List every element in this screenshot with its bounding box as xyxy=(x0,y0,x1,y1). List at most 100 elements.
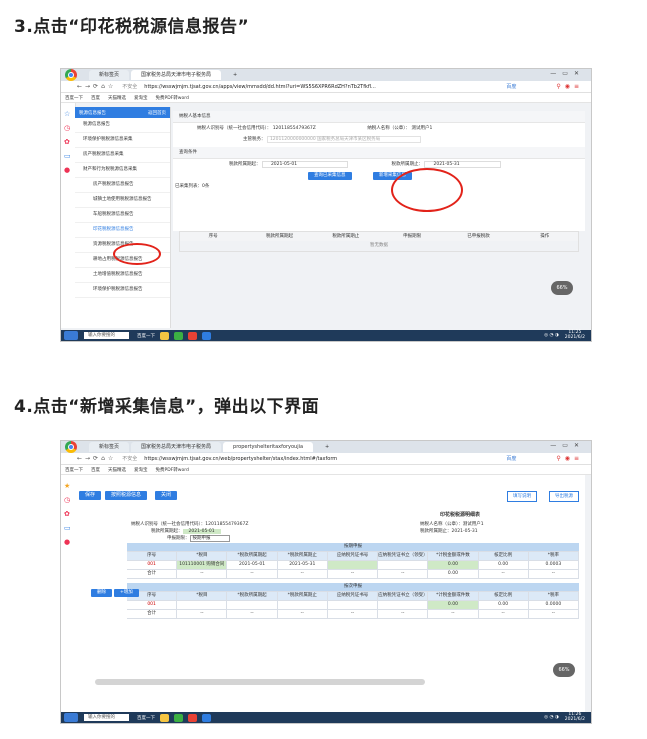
sidebar-item[interactable]: 土地增值税税源信息报告 xyxy=(75,268,170,283)
column-header: 应纳税凭证书立（领受）日期 xyxy=(378,552,429,560)
save-button[interactable]: 保存 xyxy=(79,491,102,500)
search-box[interactable]: 百度 xyxy=(506,455,556,462)
cell-start[interactable]: 2021-05-01 xyxy=(227,561,278,569)
tab-new[interactable]: 新标签页 xyxy=(89,442,130,452)
cell-voucher-no[interactable] xyxy=(328,601,379,609)
tab-add[interactable]: + xyxy=(315,442,339,452)
tab-tax-bureau[interactable]: 国家税务总局天津市电子税务局 xyxy=(131,70,222,80)
sidebar-item[interactable]: 城镇土地使用税税源信息报告 xyxy=(75,193,170,208)
star-icon[interactable]: ☆ xyxy=(64,111,72,118)
zoom-float-button[interactable]: 66% xyxy=(551,281,573,295)
app-icon[interactable]: ● xyxy=(64,539,72,546)
toolbar-icons[interactable]: ⚲◉≡ xyxy=(556,83,583,90)
cell-ratio[interactable]: 0.00 xyxy=(479,601,529,609)
sidebar-item[interactable]: 房产税税源信息采集 xyxy=(75,148,170,163)
gear-icon[interactable]: ✿ xyxy=(64,511,72,518)
cell-amount[interactable]: 0.00 xyxy=(428,601,479,609)
clock-icon[interactable]: ◷ xyxy=(64,497,72,504)
browser-logo-icon[interactable] xyxy=(65,441,77,453)
bookmark-item[interactable]: 百度一下 xyxy=(65,95,83,101)
add-row-button[interactable]: +增加 xyxy=(114,589,139,597)
import-source-button[interactable]: 按照税源信息 xyxy=(105,491,148,500)
gear-icon[interactable]: ✿ xyxy=(64,139,72,146)
sidebar-item[interactable]: 财产和行为税税源信息采集 xyxy=(75,163,170,178)
clock-icon[interactable]: ◷ xyxy=(64,125,72,132)
bookmark-item[interactable]: 天猫精选 xyxy=(108,467,126,473)
export-source-button[interactable]: 导出税源 xyxy=(549,491,579,502)
folder-icon[interactable] xyxy=(160,331,169,340)
word-icon[interactable] xyxy=(202,713,211,722)
close-button[interactable]: 关闭 xyxy=(155,491,178,500)
back-home-link[interactable]: 返回首页 xyxy=(148,110,166,116)
tab-tax-bureau[interactable]: 国家税务总局天津市电子税务局 xyxy=(131,442,222,452)
cell: -- xyxy=(479,610,529,618)
cell-end[interactable]: 2021-05-31 xyxy=(278,561,328,569)
nav-buttons[interactable]: ←→⟳⌂☆ xyxy=(77,83,116,90)
cell-voucher-date[interactable] xyxy=(378,601,429,609)
bookmark-item[interactable]: 百度 xyxy=(91,467,100,473)
app-icon[interactable]: ● xyxy=(64,167,72,174)
tab-add[interactable]: + xyxy=(223,70,247,80)
period-end-input[interactable]: 2021-05-31 xyxy=(424,161,501,168)
sidebar-item[interactable]: 税源信息报告 xyxy=(75,118,170,133)
nav-buttons[interactable]: ←→⟳⌂☆ xyxy=(77,455,116,462)
system-tray: ◎ ◔ ◑ 11:26 2021/6/2 xyxy=(544,712,585,722)
method-label: 申报期限： xyxy=(167,536,190,541)
taskbar-search[interactable]: 输入你要搜的 xyxy=(84,714,129,721)
cell-tax-item[interactable] xyxy=(177,601,228,609)
url-input[interactable]: https://wsswjmjm.tjsat.gov.cn/web/proper… xyxy=(140,455,506,463)
word-icon[interactable] xyxy=(202,331,211,340)
browser-icon[interactable] xyxy=(188,331,197,340)
sidebar-item[interactable]: 房产税税源信息报告 xyxy=(75,178,170,193)
app-icon[interactable] xyxy=(174,331,183,340)
cell-tax-item[interactable]: 101110001 购销合同 xyxy=(177,561,228,569)
url-input[interactable]: https://wsswjmjm.tjsat.gov.cn/apps/view/… xyxy=(140,83,506,91)
fill-instructions-button[interactable]: 填写说明 xyxy=(507,491,537,502)
sidebar-item[interactable]: 车船税税源信息报告 xyxy=(75,208,170,223)
browser-logo-icon[interactable] xyxy=(65,69,77,81)
taskbar-tab[interactable]: 百度一下 xyxy=(137,715,155,721)
folder-icon[interactable] xyxy=(160,713,169,722)
method-select[interactable]: 按期申报 xyxy=(189,535,230,542)
star-icon[interactable]: ★ xyxy=(64,483,72,490)
doc-icon[interactable]: ▭ xyxy=(64,525,72,532)
tray-icons[interactable]: ◎ ◔ ◑ xyxy=(544,333,559,338)
column-header: 已申报税款 xyxy=(467,234,490,239)
query-collected-button[interactable]: 查询已采集信息 xyxy=(308,172,352,180)
sidebar-item[interactable]: 环境保护税税源信息报告 xyxy=(75,283,170,298)
taskbar-search[interactable]: 输入你要搜的 xyxy=(84,332,129,339)
window-controls[interactable]: —▭✕ xyxy=(550,70,585,77)
start-icon[interactable] xyxy=(64,713,78,722)
start-icon[interactable] xyxy=(64,331,78,340)
cell-amount[interactable]: 0.00 xyxy=(428,561,479,569)
bookmark-item[interactable]: 免费PDF转word xyxy=(156,95,189,101)
app-icon[interactable] xyxy=(174,713,183,722)
period-start-input[interactable]: 2021-05-01 xyxy=(261,161,349,168)
start-input[interactable]: 2021-05-01 xyxy=(182,529,221,534)
delete-row-button[interactable]: 删除 xyxy=(91,589,112,597)
cell-voucher-date[interactable] xyxy=(378,561,429,569)
tab-new[interactable]: 新标签页 xyxy=(89,70,130,80)
doc-icon[interactable]: ▭ xyxy=(64,153,72,160)
horizontal-scrollbar[interactable] xyxy=(95,679,425,685)
bookmark-item[interactable]: 天猫精选 xyxy=(108,95,126,101)
cell-end[interactable] xyxy=(278,601,328,609)
cell-voucher-no[interactable] xyxy=(327,561,379,569)
cell-ratio[interactable]: 0.00 xyxy=(479,561,529,569)
toolbar-icons[interactable]: ⚲◉≡ xyxy=(556,455,583,462)
bookmark-item[interactable]: 爱淘宝 xyxy=(134,467,148,473)
bookmark-item[interactable]: 百度一下 xyxy=(65,467,83,473)
cell-start[interactable] xyxy=(227,601,278,609)
sidebar-item[interactable]: 环境保护税税源信息采集 xyxy=(75,133,170,148)
browser-icon[interactable] xyxy=(188,713,197,722)
bookmark-item[interactable]: 免费PDF转word xyxy=(156,467,189,473)
zoom-float-button[interactable]: 66% xyxy=(553,663,575,677)
window-controls[interactable]: —▭✕ xyxy=(550,442,585,449)
sidebar-item-stamp-tax[interactable]: 印花税税源信息报告 xyxy=(75,223,170,238)
bookmark-item[interactable]: 爱淘宝 xyxy=(134,95,148,101)
tab-property-form[interactable]: propertyshelteritaxforyoujia xyxy=(223,442,314,452)
tray-icons[interactable]: ◎ ◔ ◑ xyxy=(544,715,559,720)
taskbar-tab[interactable]: 百度一下 xyxy=(137,333,155,339)
search-box[interactable]: 百度 xyxy=(506,83,556,90)
bookmark-item[interactable]: 百度 xyxy=(91,95,100,101)
